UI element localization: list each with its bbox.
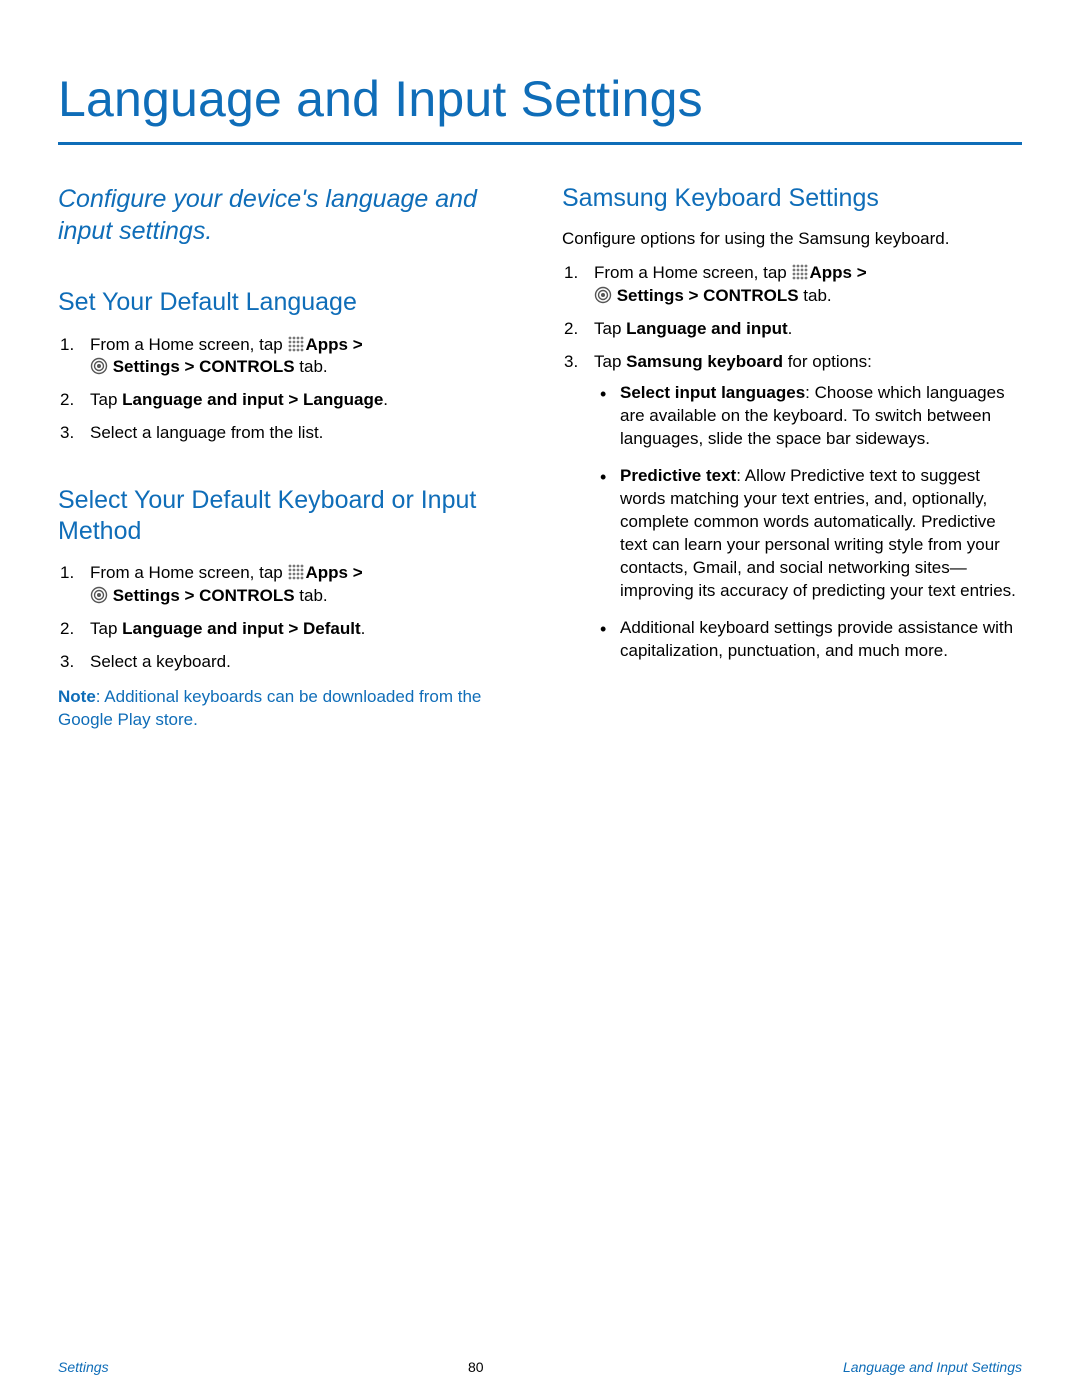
bullet-bold: Predictive text (620, 466, 736, 485)
step-item: Tap Samsung keyboard for options: Select… (586, 351, 1022, 662)
steps-default-keyboard: From a Home screen, tap Apps > Settings … (58, 562, 518, 674)
step-bold: Samsung keyboard (626, 352, 783, 371)
footer-page-number: 80 (468, 1359, 484, 1375)
step-text: for options: (783, 352, 872, 371)
settings-path: Settings > CONTROLS (108, 586, 295, 605)
step-item: Tap Language and input > Default. (82, 618, 518, 641)
apps-icon (287, 563, 305, 581)
step-text: From a Home screen, tap (90, 335, 287, 354)
note-additional-keyboards: Note: Additional keyboards can be downlo… (58, 686, 518, 732)
step-text: Tap (90, 619, 122, 638)
step-bold: Language and input > Default (122, 619, 360, 638)
steps-samsung-keyboard: From a Home screen, tap Apps > Settings … (562, 262, 1022, 662)
steps-default-language: From a Home screen, tap Apps > Settings … (58, 334, 518, 446)
step-text: Tap (594, 352, 626, 371)
step-text: tab. (799, 286, 832, 305)
settings-path: Settings > CONTROLS (108, 357, 295, 376)
bullet-text: Additional keyboard settings provide ass… (620, 618, 1013, 660)
content-columns: Configure your device's language and inp… (58, 183, 1022, 732)
settings-icon (90, 357, 108, 375)
section-heading-default-language: Set Your Default Language (58, 287, 518, 318)
footer-right: Language and Input Settings (843, 1359, 1022, 1375)
step-text: tab. (295, 586, 328, 605)
apps-icon (791, 263, 809, 281)
step-bold: Language and input > Language (122, 390, 383, 409)
apps-label: Apps > (305, 335, 362, 354)
apps-icon (287, 335, 305, 353)
step-text: . (361, 619, 366, 638)
step-text: Tap (90, 390, 122, 409)
step-bold: Language and input (626, 319, 788, 338)
step-text: . (383, 390, 388, 409)
section-heading-samsung-keyboard: Samsung Keyboard Settings (562, 183, 1022, 214)
settings-icon (594, 286, 612, 304)
settings-icon (90, 586, 108, 604)
options-bullets: Select input languages: Choose which lan… (594, 382, 1022, 662)
step-item: Tap Language and input > Language. (82, 389, 518, 412)
step-text: From a Home screen, tap (90, 563, 287, 582)
bullet-item: Additional keyboard settings provide ass… (614, 617, 1022, 663)
bullet-item: Predictive text: Allow Predictive text t… (614, 465, 1022, 603)
title-divider (58, 142, 1022, 145)
step-item: From a Home screen, tap Apps > Settings … (82, 334, 518, 380)
step-item: Tap Language and input. (586, 318, 1022, 341)
left-column: Configure your device's language and inp… (58, 183, 518, 732)
note-text: : Additional keyboards can be downloaded… (58, 687, 481, 729)
step-text: tab. (295, 357, 328, 376)
bullet-text: : Allow Predictive text to suggest words… (620, 466, 1016, 600)
right-column: Samsung Keyboard Settings Configure opti… (562, 183, 1022, 732)
section-heading-default-keyboard: Select Your Default Keyboard or Input Me… (58, 485, 518, 546)
step-text: . (788, 319, 793, 338)
bullet-bold: Select input languages (620, 383, 805, 402)
bullet-item: Select input languages: Choose which lan… (614, 382, 1022, 451)
step-text: From a Home screen, tap (594, 263, 791, 282)
note-label: Note (58, 687, 96, 706)
apps-label: Apps > (809, 263, 866, 282)
page-intro: Configure your device's language and inp… (58, 183, 518, 247)
step-item: From a Home screen, tap Apps > Settings … (586, 262, 1022, 308)
step-item: Select a keyboard. (82, 651, 518, 674)
step-item: From a Home screen, tap Apps > Settings … (82, 562, 518, 608)
step-item: Select a language from the list. (82, 422, 518, 445)
section-intro: Configure options for using the Samsung … (562, 228, 1022, 251)
step-text: Tap (594, 319, 626, 338)
footer-left: Settings (58, 1359, 109, 1375)
page-title: Language and Input Settings (58, 70, 1022, 128)
page-footer: Settings 80 Language and Input Settings (0, 1359, 1080, 1375)
apps-label: Apps > (305, 563, 362, 582)
settings-path: Settings > CONTROLS (612, 286, 799, 305)
